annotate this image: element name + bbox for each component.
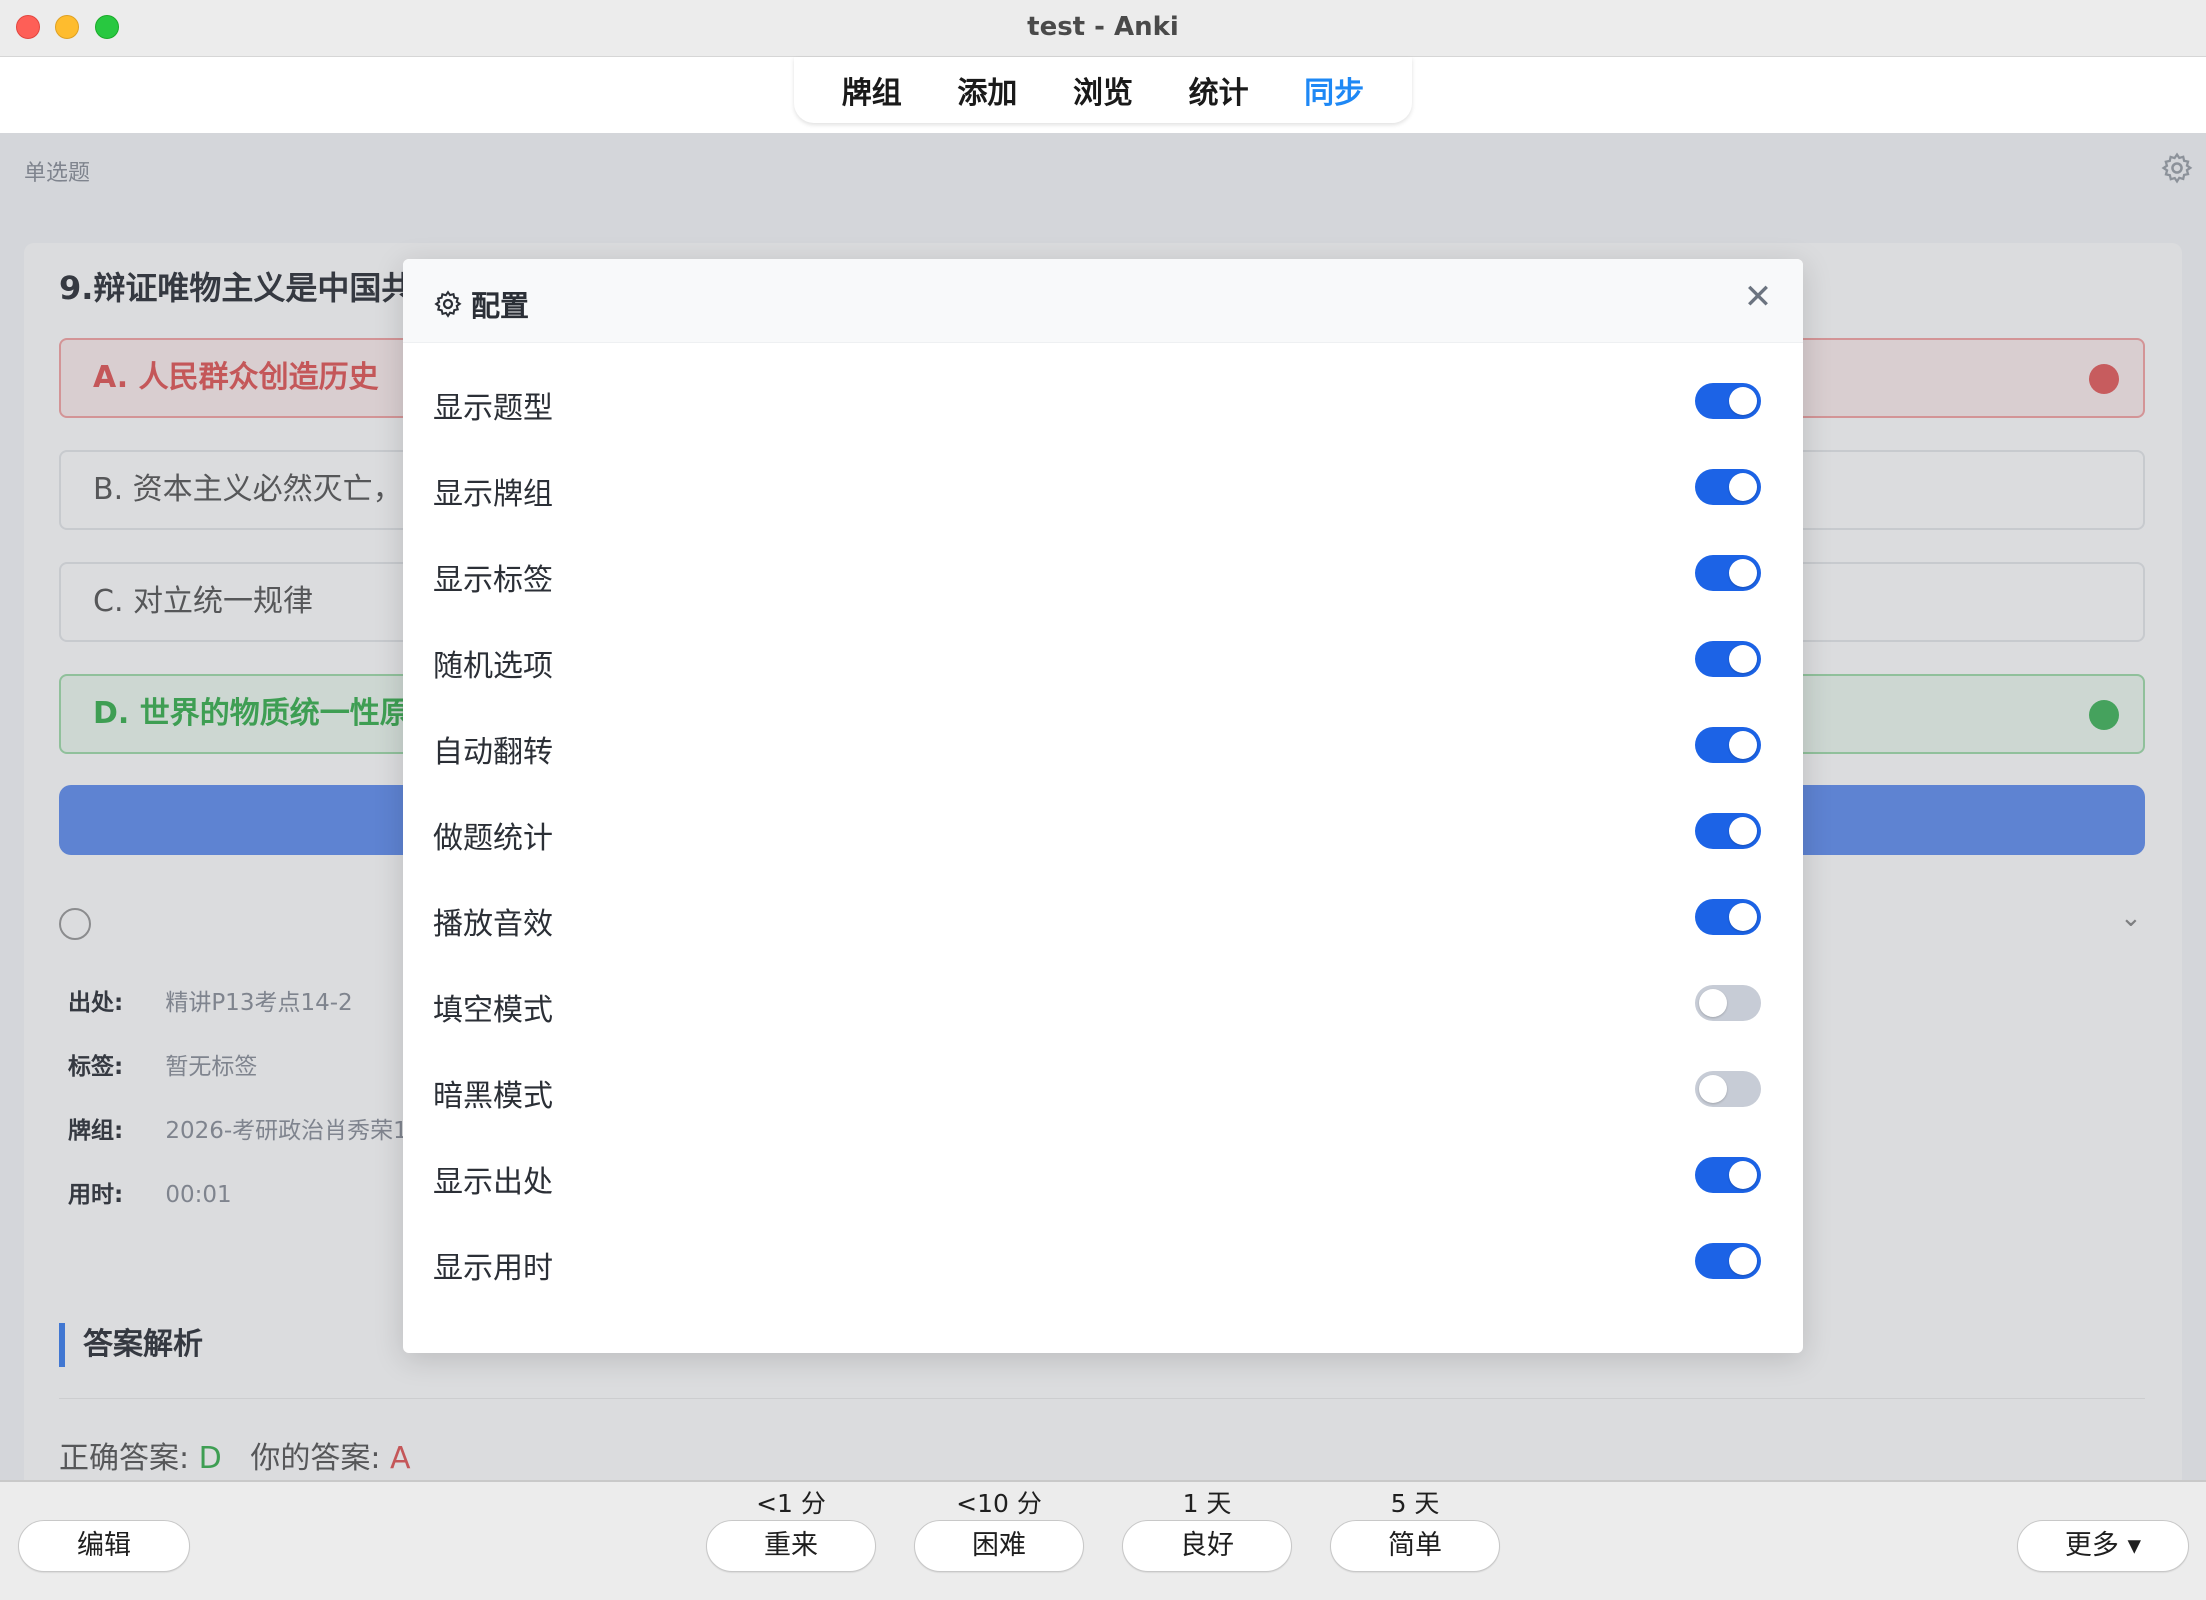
setting-stats: 做题统计 [433,803,1773,863]
good-button[interactable]: 良好 [1122,1520,1292,1572]
toggle-switch[interactable] [1695,1157,1761,1193]
window-title: test - Anki [1027,12,1179,42]
bottom-bar [0,1480,2206,1600]
title-bar: test - Anki [0,0,2206,57]
toggle-switch[interactable] [1695,469,1761,505]
main-tabs: 牌组 添加 浏览 统计 同步 [794,57,1412,123]
setting-show-source: 显示出处 [433,1147,1773,1207]
tab-add[interactable]: 添加 [957,68,1017,112]
config-dialog: 配置 ✕ 显示题型 显示牌组 显示标签 随机选项 自动翻转 做题统计 播放音效 … [403,259,1803,1353]
toggle-switch[interactable] [1695,813,1761,849]
hard-button[interactable]: 困难 [914,1520,1084,1572]
toggle-switch[interactable] [1695,383,1761,419]
toggle-switch[interactable] [1695,899,1761,935]
setting-random-options: 随机选项 [433,631,1773,691]
gear-icon [434,290,462,318]
setting-dark-mode: 暗黑模式 [433,1061,1773,1121]
edit-button[interactable]: 编辑 [18,1520,190,1572]
dialog-header: 配置 ✕ [403,259,1803,343]
dialog-title: 配置 [471,289,530,323]
toggle-switch[interactable] [1695,727,1761,763]
setting-sound: 播放音效 [433,889,1773,949]
setting-show-deck: 显示牌组 [433,459,1773,519]
ease-time-again: <1 分 [756,1489,826,1518]
ease-time-good: 1 天 [1182,1489,1232,1518]
toggle-switch[interactable] [1695,641,1761,677]
tab-browse[interactable]: 浏览 [1073,68,1133,112]
more-button[interactable]: 更多 ▾ [2017,1520,2189,1572]
setting-cloze-mode: 填空模式 [433,975,1773,1035]
ease-time-hard: <10 分 [956,1489,1042,1518]
easy-button[interactable]: 简单 [1330,1520,1500,1572]
setting-show-time: 显示用时 [433,1233,1773,1293]
toggle-switch[interactable] [1695,985,1761,1021]
setting-show-type: 显示题型 [433,373,1773,433]
setting-auto-flip: 自动翻转 [433,717,1773,777]
toggle-switch[interactable] [1695,1243,1761,1279]
tab-decks[interactable]: 牌组 [842,68,902,112]
toggle-switch[interactable] [1695,1071,1761,1107]
ease-time-easy: 5 天 [1390,1489,1440,1518]
tab-sync[interactable]: 同步 [1304,68,1364,112]
again-button[interactable]: 重来 [706,1520,876,1572]
toggle-switch[interactable] [1695,555,1761,591]
tab-stats[interactable]: 统计 [1189,68,1249,112]
setting-show-tags: 显示标签 [433,545,1773,605]
close-icon[interactable]: ✕ [1738,277,1778,317]
